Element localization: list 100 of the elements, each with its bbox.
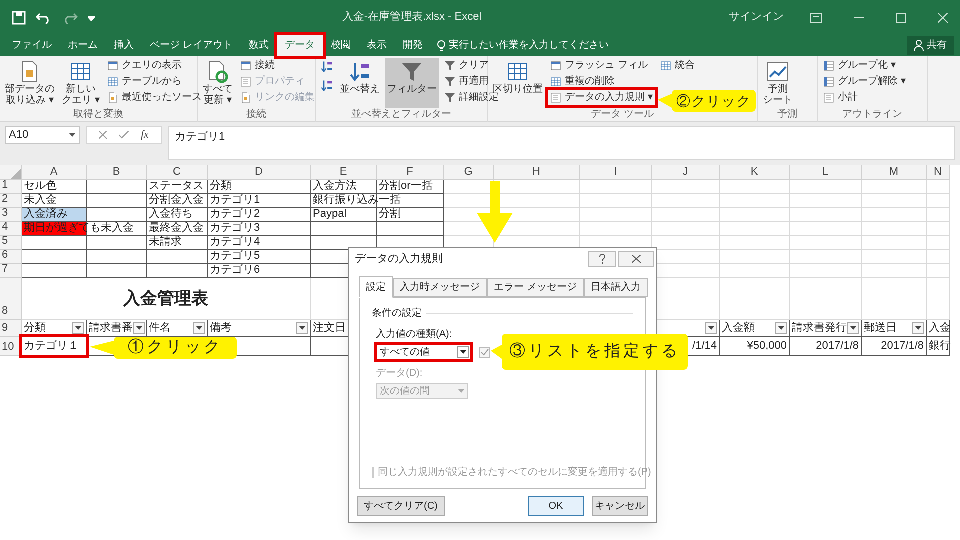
checkbox[interactable] xyxy=(479,346,490,358)
ribbon-display-icon[interactable] xyxy=(810,12,822,22)
ribbon-button[interactable]: 小計 xyxy=(821,90,908,105)
filter-button[interactable] xyxy=(912,322,924,334)
dialog-button[interactable]: OK xyxy=(528,496,584,516)
sort-icon xyxy=(348,60,372,84)
dialog-tab[interactable]: 入力時メッセージ xyxy=(393,278,487,297)
dialog-button[interactable]: すべてクリア(C) xyxy=(357,496,445,516)
dialog-tab[interactable]: エラー メッセージ xyxy=(487,278,584,297)
cell-text: 分類 xyxy=(24,320,46,336)
sign-in-link[interactable]: サインイン xyxy=(729,9,784,26)
funnel-icon xyxy=(444,60,456,72)
ribbon-button[interactable]: フィルター xyxy=(385,58,439,108)
column-header[interactable]: N xyxy=(927,165,950,180)
cell-text: 一括 xyxy=(379,193,401,208)
filter-button[interactable] xyxy=(847,322,859,334)
enter-icon[interactable] xyxy=(119,131,129,139)
ribbon-button[interactable]: 新しい クエリ ▾ xyxy=(60,58,102,108)
row-header[interactable]: 8 xyxy=(0,278,22,320)
help-button[interactable] xyxy=(588,251,616,267)
filter-button[interactable] xyxy=(705,322,717,334)
filter-button[interactable] xyxy=(296,322,308,334)
dialog-button[interactable]: キャンセル xyxy=(592,496,648,516)
column-header[interactable]: D xyxy=(208,165,311,180)
allow-dropdown[interactable]: すべての値 xyxy=(376,344,471,360)
column-header[interactable]: K xyxy=(720,165,790,180)
table-cell xyxy=(927,236,950,250)
row-header[interactable]: 2 xyxy=(0,194,22,208)
column-header[interactable]: A xyxy=(22,165,87,180)
cancel-icon[interactable] xyxy=(99,131,107,139)
ribbon-button[interactable]: テーブルから xyxy=(104,74,204,89)
row-header[interactable]: 6 xyxy=(0,250,22,264)
ribbon-button[interactable]: グループ解除 ▾ xyxy=(821,74,908,89)
ribbon-button[interactable]: 予測 シート xyxy=(761,58,795,108)
filter-button[interactable] xyxy=(133,322,145,334)
table-cell xyxy=(87,264,147,278)
row-header[interactable]: 5 xyxy=(0,236,22,250)
cell-text: 件名 xyxy=(149,320,171,336)
ribbon-button[interactable]: 並べ替え xyxy=(338,58,382,108)
column-header[interactable]: J xyxy=(652,165,720,180)
ribbon-button[interactable]: 重複の削除 xyxy=(548,74,655,89)
table-icon xyxy=(550,76,562,88)
name-box-field[interactable]: A10 xyxy=(5,126,80,144)
ribbon-button[interactable]: 部データの 取り込み ▾ xyxy=(3,58,57,108)
cell-text: 入金額 xyxy=(722,320,755,336)
row-header[interactable]: 7 xyxy=(0,264,22,278)
ribbon-tab[interactable]: 挿入 xyxy=(106,35,142,56)
close-icon[interactable] xyxy=(938,12,948,22)
row-header[interactable]: 1 xyxy=(0,180,22,194)
ribbon-tab[interactable]: ページ レイアウト xyxy=(142,35,241,56)
dialog-tab[interactable]: 設定 xyxy=(359,276,393,298)
ribbon-button[interactable]: グループ化 ▾ xyxy=(821,58,908,73)
dialog-tab[interactable]: 日本語入力 xyxy=(584,278,648,297)
ribbon-tab[interactable]: 開発 xyxy=(394,35,431,56)
column-header[interactable]: I xyxy=(580,165,652,180)
column-header[interactable]: H xyxy=(494,165,580,180)
ribbon-button[interactable]: クエリの表示 xyxy=(104,58,204,73)
share-button[interactable]: 共有 xyxy=(907,36,954,55)
table-cell xyxy=(652,194,720,208)
formula-field[interactable]: カテゴリ1 xyxy=(168,126,955,160)
column-header[interactable]: C xyxy=(147,165,208,180)
caret-icon xyxy=(136,326,142,330)
undo-icon[interactable] xyxy=(36,12,52,24)
column-header[interactable]: E xyxy=(311,165,377,180)
cell-text: Paypal xyxy=(313,207,347,222)
column-header[interactable]: F xyxy=(377,165,444,180)
save-icon[interactable] xyxy=(12,10,26,24)
ribbon-tab[interactable]: データ xyxy=(276,35,323,56)
ribbon-button[interactable]: フラッシュ フィル xyxy=(548,58,655,73)
ribbon-tab[interactable]: 表示 xyxy=(358,35,395,56)
tell-me-field[interactable]: 実行したい作業を入力してください xyxy=(448,38,669,53)
filter-button[interactable] xyxy=(775,322,787,334)
column-header[interactable]: B xyxy=(87,165,147,180)
row-header[interactable]: 4 xyxy=(0,222,22,236)
ribbon-tab[interactable]: 数式 xyxy=(240,35,277,56)
ribbon-button[interactable]: クリア xyxy=(442,58,501,73)
close-button[interactable] xyxy=(618,251,654,267)
cell-text: カテゴリ5 xyxy=(210,249,260,264)
column-header[interactable]: L xyxy=(790,165,862,180)
customize-icon[interactable] xyxy=(88,14,95,20)
ribbon-button[interactable]: 接続 xyxy=(238,58,317,73)
column-header[interactable]: G xyxy=(444,165,494,180)
cell-text: セル色 xyxy=(24,179,57,194)
ribbon-button[interactable]: 最近使ったソース xyxy=(104,90,204,105)
ribbon-tab[interactable]: ファイル xyxy=(4,35,60,56)
column-header[interactable]: M xyxy=(862,165,927,180)
filter-button[interactable] xyxy=(193,322,205,334)
insert-function-button[interactable]: fx xyxy=(141,126,149,144)
row-header[interactable]: 9 xyxy=(0,320,22,337)
maximize-icon[interactable] xyxy=(896,12,906,22)
ribbon-button[interactable]: すべて 更新 ▾ xyxy=(201,58,235,108)
ribbon-tab[interactable]: 校閲 xyxy=(322,35,359,56)
row-header[interactable]: 3 xyxy=(0,208,22,222)
ribbon-button[interactable]: 統合 xyxy=(658,58,697,73)
filter-button[interactable] xyxy=(72,322,84,334)
ribbon-button[interactable]: データの入力規則 ▾ xyxy=(548,90,655,105)
caret-icon xyxy=(68,133,76,137)
table-cell xyxy=(720,194,790,208)
ribbon-tab[interactable]: ホーム xyxy=(60,35,106,56)
callout: ③リストを指定する xyxy=(502,334,688,370)
